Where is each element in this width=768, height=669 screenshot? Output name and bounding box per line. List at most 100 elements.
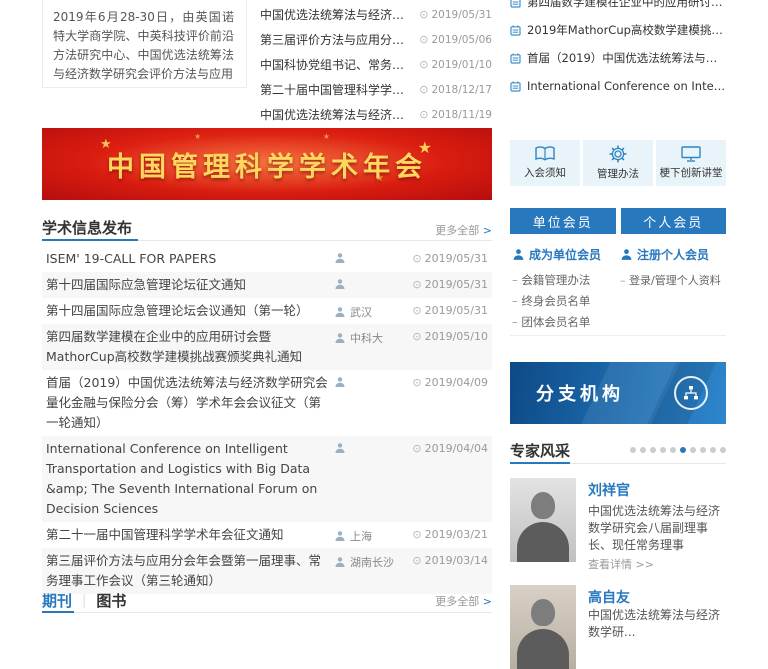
section-title: 学术信息发布 [42, 217, 132, 238]
conference-intro-text: 2019年6月28-30日，由英国诺特大学商学院、中英科技评价前沿方法研究中心、… [53, 10, 234, 81]
table-row[interactable]: International Conference on Intelligent … [42, 436, 492, 522]
news-item[interactable]: 中国优选法统筹法与经济数学研究会九... ⊙2019/05/31 [260, 2, 492, 27]
more-link[interactable]: 更多全部 > [435, 593, 492, 609]
news-date-wrap: ⊙2019/05/31 [419, 9, 492, 21]
register-personal-member-label: 注册个人会员 [637, 246, 709, 263]
section-title: 专家风采 [510, 440, 570, 461]
quick-link-lecture[interactable]: 梗下创新讲堂 [656, 140, 726, 186]
carousel-dot[interactable] [630, 447, 636, 453]
news-item[interactable]: 中国优选法统筹法与经济数学研究会工... ⊙2018/11/19 [260, 102, 492, 127]
membership-rules-link[interactable]: 会籍管理办法 [512, 270, 618, 291]
notice-title[interactable]: 第四届数学建模在企业中的应用研讨会暨MathorCup高校数学建模挑战赛颁奖典礼… [46, 327, 334, 367]
tab-books[interactable]: 图书 [96, 590, 126, 611]
news-title[interactable]: 中国优选法统筹法与经济数学研究会工... [260, 106, 419, 123]
clock-icon: ⊙ [419, 34, 428, 45]
sitemap-icon-circle [674, 376, 708, 410]
quick-link-label: 梗下创新讲堂 [660, 165, 723, 180]
news-item[interactable]: 2019年MathorCup高校数学建模挑战赛赛题发布 [510, 16, 726, 44]
notice-date: 2019/04/04 [425, 442, 488, 455]
carousel-dot-active[interactable] [680, 447, 686, 453]
star-icon: ★ [323, 133, 330, 141]
clock-icon: ⊙ [412, 377, 421, 388]
star-icon: ★ [194, 133, 201, 141]
notice-title[interactable]: 首届（2019）中国优选法统筹法与经济数学研究会量化金融与保险分会（筹）学术年会… [46, 373, 334, 433]
news-item[interactable]: 第二十届中国管理科学学术年会盛大召开 ⊙2018/12/17 [260, 77, 492, 102]
notice-title[interactable]: 第十四届国际应急管理论坛征文通知 [46, 275, 334, 295]
news-title[interactable]: 首届（2019）中国优选法统筹法与经济数学研究... [527, 50, 726, 66]
news-title[interactable]: 第三届评价方法与应用分会年会顺利召开 [260, 31, 419, 48]
carousel-dot[interactable] [710, 447, 716, 453]
expert-photo[interactable] [510, 585, 576, 669]
carousel-dot[interactable] [720, 447, 726, 453]
expert-photo[interactable] [510, 478, 576, 562]
carousel-dot[interactable] [650, 447, 656, 453]
more-label: 更多全部 [435, 224, 479, 237]
carousel-dot[interactable] [640, 447, 646, 453]
carousel-dot[interactable] [670, 447, 676, 453]
quick-link-label: 入会须知 [524, 165, 566, 180]
news-title[interactable]: 中国科协党组书记、常务副主席怀进鹏... [260, 56, 419, 73]
table-row[interactable]: 首届（2019）中国优选法统筹法与经济数学研究会量化金融与保险分会（筹）学术年会… [42, 370, 492, 436]
journals-section-header: 期刊 | 图书 更多全部 > [42, 590, 492, 611]
become-unit-member-label: 成为单位会员 [529, 246, 601, 263]
table-row[interactable]: 第二十一届中国管理科学学术年会征文通知 上海 ⊙2019/03/21 [42, 522, 492, 548]
more-link[interactable]: 更多全部 > [435, 222, 492, 238]
news-title[interactable]: International Conference on Intelligent … [527, 79, 726, 93]
news-title[interactable]: 中国优选法统筹法与经济数学研究会九... [260, 6, 419, 23]
sitemap-icon [683, 385, 699, 401]
clock-icon: ⊙ [419, 84, 428, 95]
news-item[interactable]: International Conference on Intelligent … [510, 72, 726, 100]
carousel-dot[interactable] [700, 447, 706, 453]
academic-section-header: 学术信息发布 更多全部 > [42, 217, 492, 238]
quick-link-management[interactable]: 管理办法 [583, 140, 653, 186]
news-item[interactable]: 首届（2019）中国优选法统筹法与经济数学研究... [510, 44, 726, 72]
notice-title[interactable]: 第二十一届中国管理科学学术年会征文通知 [46, 525, 334, 545]
clock-icon: ⊙ [419, 59, 428, 70]
group-member-list-link[interactable]: 团体会员名单 [512, 312, 618, 333]
notice-date: 2019/05/31 [425, 304, 488, 317]
branch-organizations-banner[interactable]: 分支机构 [510, 362, 726, 424]
book-icon [535, 146, 555, 162]
clock-icon: ⊙ [419, 9, 428, 20]
tab-journals[interactable]: 期刊 [42, 590, 72, 611]
tab-unit-member[interactable]: 单位会员 [510, 208, 616, 234]
notice-location-cell: 湖南长沙 [334, 551, 404, 570]
login-manage-profile-link[interactable]: 登录/管理个人资料 [620, 270, 726, 291]
notice-title[interactable]: ISEM' 19-CALL FOR PAPERS [46, 249, 334, 269]
carousel-dot[interactable] [660, 447, 666, 453]
clock-icon: ⊙ [412, 279, 421, 290]
membership-tabs: 单位会员 个人会员 [510, 208, 726, 234]
clock-icon: ⊙ [412, 253, 421, 264]
people-icon [334, 556, 346, 568]
expert-name[interactable]: 高自友 [588, 587, 630, 607]
table-row[interactable]: 第十四届国际应急管理论坛征文通知 ⊙2019/05/31 [42, 272, 492, 298]
notice-title[interactable]: International Conference on Intelligent … [46, 439, 334, 519]
table-row[interactable]: ISEM' 19-CALL FOR PAPERS ⊙2019/05/31 [42, 246, 492, 272]
section-divider [510, 463, 726, 464]
news-list-right: 第四届数学建模在企业中的应用研讨会暨MathorCup... 2019年Math… [510, 0, 726, 100]
carousel-dot[interactable] [690, 447, 696, 453]
expert-name[interactable]: 刘祥官 [588, 480, 630, 500]
notice-title[interactable]: 第十四届国际应急管理论坛会议通知（第一轮） [46, 301, 334, 321]
news-item[interactable]: 中国科协党组书记、常务副主席怀进鹏... ⊙2019/01/10 [260, 52, 492, 77]
conference-banner[interactable]: ★ ★ ★ ★ ★ ★ 中国管理科学学术年会 [42, 128, 492, 200]
table-row[interactable]: 第十四届国际应急管理论坛会议通知（第一轮） 武汉 ⊙2019/05/31 [42, 298, 492, 324]
news-title[interactable]: 2019年MathorCup高校数学建模挑战赛赛题发布 [527, 22, 726, 38]
lifetime-member-list-link[interactable]: 终身会员名单 [512, 291, 618, 312]
news-title[interactable]: 第四届数学建模在企业中的应用研讨会暨MathorCup... [527, 0, 726, 10]
membership-body: 成为单位会员 会籍管理办法 终身会员名单 团体会员名单 注册个人会员 登录/管理… [510, 238, 726, 336]
news-item[interactable]: 第三届评价方法与应用分会年会顺利召开 ⊙2019/05/06 [260, 27, 492, 52]
notice-title[interactable]: 第三届评价方法与应用分会年会暨第一届理事、常务理事工作会议（第三轮通知） [46, 551, 334, 591]
become-unit-member-link[interactable]: 成为单位会员 [512, 246, 618, 263]
quick-link-join-guide[interactable]: 入会须知 [510, 140, 580, 186]
news-date-wrap: ⊙2018/12/17 [419, 84, 492, 96]
register-personal-member-link[interactable]: 注册个人会员 [620, 246, 726, 263]
news-item[interactable]: 第四届数学建模在企业中的应用研讨会暨MathorCup... [510, 0, 726, 16]
table-row[interactable]: 第四届数学建模在企业中的应用研讨会暨MathorCup高校数学建模挑战赛颁奖典礼… [42, 324, 492, 370]
expert-detail-link[interactable]: 查看详情 >> [588, 556, 654, 572]
people-icon [334, 376, 346, 388]
tab-personal-member[interactable]: 个人会员 [621, 208, 727, 234]
news-title[interactable]: 第二十届中国管理科学学术年会盛大召开 [260, 81, 419, 98]
notice-date-cell: ⊙2019/04/09 [404, 373, 488, 389]
table-row[interactable]: 第三届评价方法与应用分会年会暨第一届理事、常务理事工作会议（第三轮通知） 湖南长… [42, 548, 492, 594]
